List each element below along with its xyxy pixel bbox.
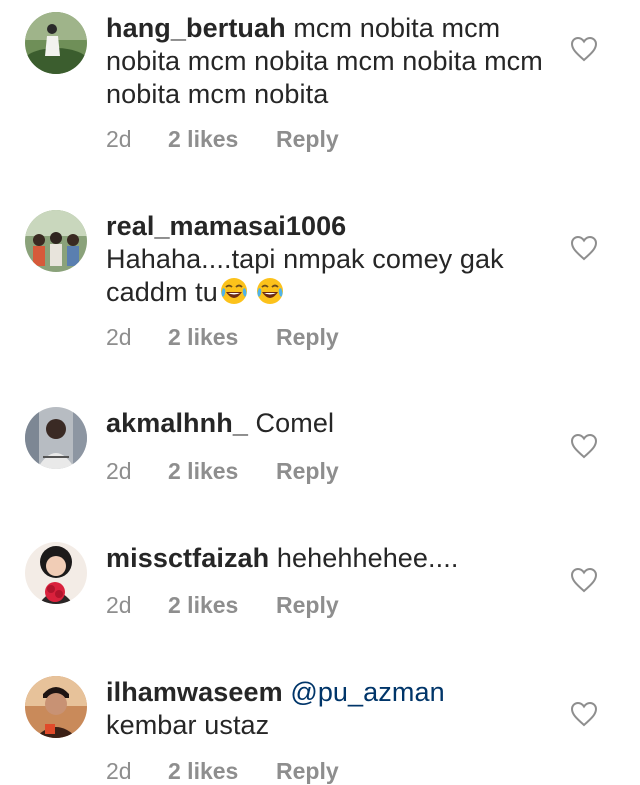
comment-username[interactable]: ilhamwaseem — [106, 677, 283, 707]
comment-likes[interactable]: 2 likes — [168, 126, 276, 153]
heart-icon[interactable] — [570, 235, 598, 261]
heart-icon[interactable] — [570, 433, 598, 459]
comment-body: hehehhehee.... — [269, 543, 459, 573]
comment-time: 2d — [106, 126, 132, 152]
comment-time: 2d — [106, 324, 132, 350]
avatar[interactable] — [25, 676, 87, 738]
reply-button[interactable]: Reply — [276, 126, 339, 153]
reply-button[interactable]: Reply — [276, 458, 339, 485]
comment-time: 2d — [106, 758, 132, 784]
comment-meta: 2d 2 likes Reply — [106, 592, 339, 619]
comment-body: Comel — [247, 408, 335, 438]
heart-icon[interactable] — [570, 701, 598, 727]
comment-body: kembar ustaz — [106, 710, 270, 740]
face-with-tears-of-joy-icon — [220, 278, 247, 304]
avatar[interactable] — [25, 12, 87, 74]
avatar[interactable] — [25, 210, 87, 272]
comment-meta: 2d 2 likes Reply — [106, 758, 339, 785]
comment-text: real_mamasai1006 Hahaha....tapi nmpak co… — [106, 210, 546, 309]
heart-icon[interactable] — [570, 567, 598, 593]
avatar[interactable] — [25, 407, 87, 469]
comment-meta: 2d 2 likes Reply — [106, 324, 339, 351]
comment-text: akmalhnh_ Comel — [106, 407, 546, 440]
comment-time: 2d — [106, 458, 132, 484]
comment-likes[interactable]: 2 likes — [168, 324, 276, 351]
comment-body: Hahaha....tapi nmpak comey gak caddm tu — [106, 244, 504, 307]
comment-username[interactable]: akmalhnh_ — [106, 408, 248, 438]
reply-button[interactable]: Reply — [276, 758, 339, 785]
comment-text: ilhamwaseem @pu_azman kembar ustaz — [106, 676, 546, 742]
reply-button[interactable]: Reply — [276, 324, 339, 351]
face-with-tears-of-joy-icon — [256, 278, 283, 304]
comment-username[interactable]: missctfaizah — [106, 543, 269, 573]
comment-likes[interactable]: 2 likes — [168, 458, 276, 485]
comment-time: 2d — [106, 592, 132, 618]
reply-button[interactable]: Reply — [276, 592, 339, 619]
comment-meta: 2d 2 likes Reply — [106, 126, 339, 153]
comment-username[interactable]: hang_bertuah — [106, 13, 286, 43]
comment-meta: 2d 2 likes Reply — [106, 458, 339, 485]
comment-username[interactable]: real_mamasai1006 — [106, 210, 546, 243]
comment-likes[interactable]: 2 likes — [168, 592, 276, 619]
comment-likes[interactable]: 2 likes — [168, 758, 276, 785]
comment-text: hang_bertuah mcm nobita mcm nobita mcm n… — [106, 12, 546, 111]
heart-icon[interactable] — [570, 36, 598, 62]
avatar[interactable] — [25, 542, 87, 604]
comment-text: missctfaizah hehehhehee.... — [106, 542, 546, 575]
comment-mention[interactable]: @pu_azman — [290, 677, 444, 707]
